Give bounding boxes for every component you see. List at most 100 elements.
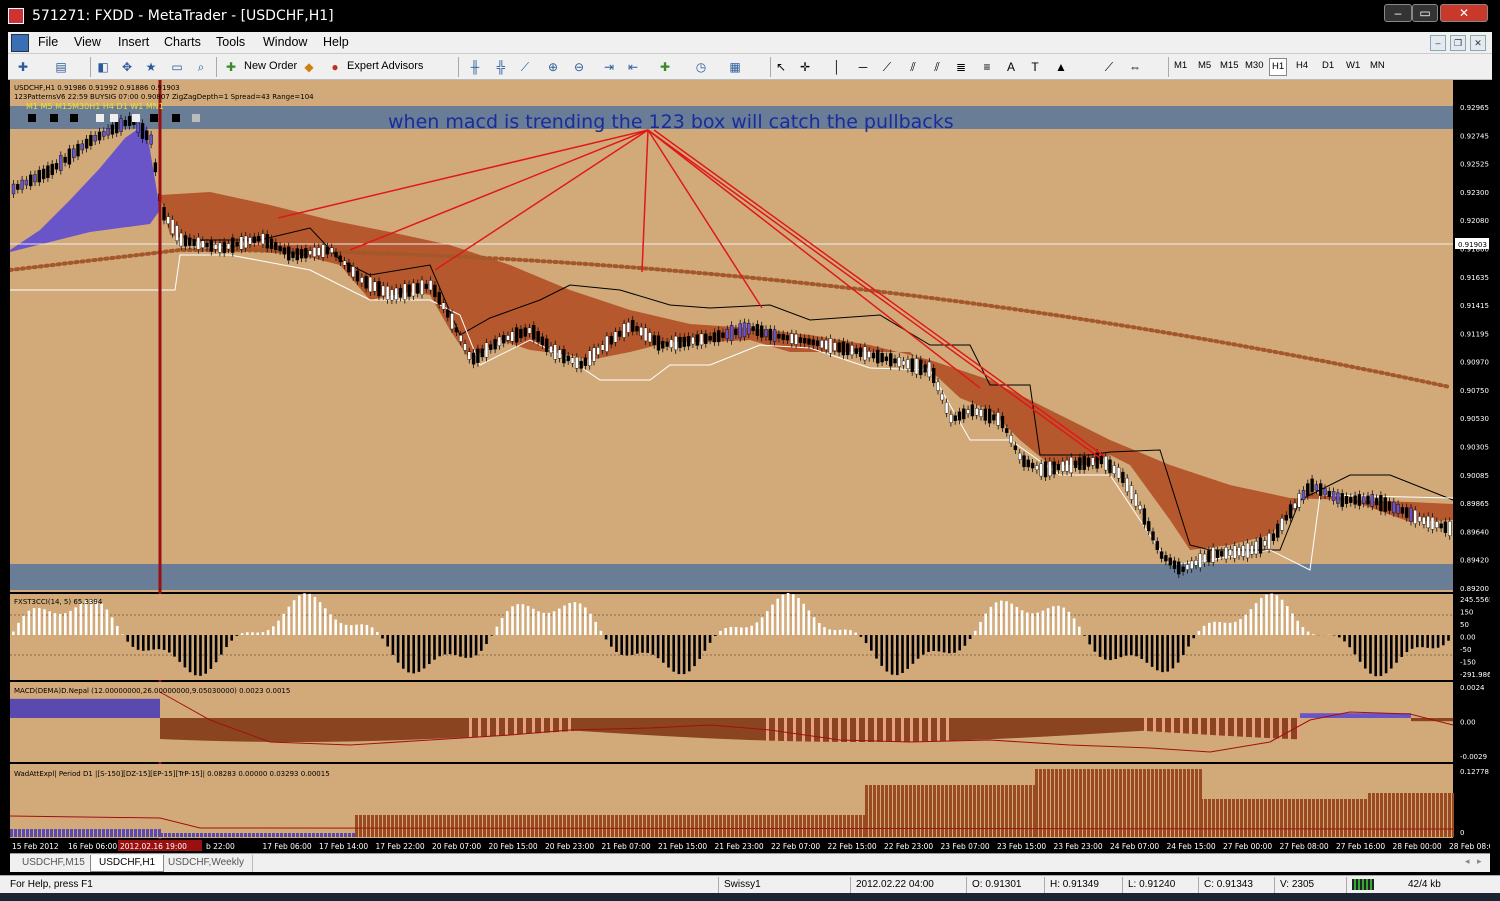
tf-h4[interactable]: H4 — [1296, 60, 1308, 71]
menu-window[interactable]: Window — [263, 35, 307, 49]
expert-advisors-icon[interactable]: ● — [326, 58, 344, 76]
chart-window[interactable]: when macd is trending the 123 box will c… — [8, 80, 1498, 853]
macd-bar — [1198, 718, 1201, 735]
macd-bar — [169, 718, 172, 740]
macd-bar — [454, 718, 457, 738]
cursor-icon[interactable]: ↖ — [772, 58, 790, 76]
new-chart-icon[interactable]: ✚ — [14, 58, 32, 76]
maximize-button[interactable]: ▭ — [1412, 4, 1438, 22]
navigator-icon[interactable]: ★ — [142, 58, 160, 76]
indicators-icon[interactable]: ✚ — [656, 58, 674, 76]
tester-icon[interactable]: ⌕ — [192, 58, 210, 76]
tf-m5[interactable]: M5 — [1198, 60, 1211, 71]
equidistant-channel-icon[interactable]: ⫽ — [904, 58, 922, 76]
zoom-out-icon[interactable]: ⊖ — [570, 58, 588, 76]
tab-usdchf-h1[interactable]: USDCHF,H1 — [90, 855, 165, 872]
new-order-button[interactable]: New Order — [244, 60, 297, 72]
profiles-icon[interactable]: ▤ — [52, 58, 70, 76]
menu-charts[interactable]: Charts — [164, 35, 201, 49]
wad-bar — [847, 815, 850, 837]
expert-advisors-button[interactable]: Expert Advisors — [347, 60, 423, 72]
wad-bar — [1127, 769, 1130, 837]
text-label-icon[interactable]: T — [1026, 58, 1044, 76]
cci-bar — [896, 635, 899, 676]
wad-bar — [575, 815, 578, 837]
metaeditor-icon[interactable]: ◆ — [300, 58, 318, 76]
wad-bar — [839, 815, 842, 837]
close-button[interactable]: ✕ — [1440, 4, 1488, 22]
menu-help[interactable]: Help — [323, 35, 349, 49]
vertical-line-icon[interactable]: │ — [828, 58, 846, 76]
tab-scroll-left-icon[interactable]: ◂ — [1465, 856, 1470, 867]
minimize-button[interactable]: ‒ — [1384, 4, 1412, 22]
line-chart-icon[interactable]: ⟋ — [516, 58, 534, 76]
macd-bar — [112, 698, 115, 718]
auto-scroll-icon[interactable]: ⇥ — [600, 58, 618, 76]
wad-bar — [188, 833, 191, 837]
std-channel-icon[interactable]: ⫽ — [928, 58, 946, 76]
templates-icon[interactable]: ▦ — [726, 58, 744, 76]
terminal-icon[interactable]: ▭ — [168, 58, 186, 76]
wad-bar — [216, 833, 219, 837]
bar-chart-icon[interactable]: ╫ — [466, 58, 484, 76]
macd-bar — [529, 718, 532, 734]
macd-bar — [1189, 718, 1192, 734]
candle-body — [1383, 497, 1387, 512]
new-order-icon[interactable]: ✚ — [222, 58, 240, 76]
candle-body — [1078, 457, 1082, 470]
data-window-icon[interactable]: ✥ — [118, 58, 136, 76]
tf-d1[interactable]: D1 — [1322, 60, 1334, 71]
tf-w1[interactable]: W1 — [1346, 60, 1360, 71]
macd-bar — [619, 718, 622, 734]
wad-bar — [126, 829, 129, 837]
candle-body — [1400, 507, 1405, 514]
menu-view[interactable]: View — [74, 35, 101, 49]
chart-window-icon[interactable] — [11, 34, 29, 52]
tf-mn[interactable]: MN — [1370, 60, 1385, 71]
candlestick-icon[interactable]: ╬ — [492, 58, 510, 76]
menu-file[interactable]: File — [38, 35, 58, 49]
arrows-icon[interactable]: ⇔ — [1126, 58, 1144, 76]
macd-bar — [307, 718, 310, 742]
cci-bar — [464, 635, 467, 658]
fibonacci-icon[interactable]: ≣ — [952, 58, 970, 76]
periods-icon[interactable]: ◷ — [692, 58, 710, 76]
gann-icon[interactable]: ⟋ — [1100, 58, 1118, 76]
mdi-restore-icon[interactable]: ❐ — [1450, 35, 1466, 51]
mdi-close-icon[interactable]: ✕ — [1470, 35, 1486, 51]
trendline-icon[interactable]: ⟋ — [878, 58, 896, 76]
macd-bar — [697, 718, 700, 738]
mdi-minimize-icon[interactable]: – — [1430, 35, 1446, 51]
macd-bar — [415, 718, 418, 740]
macd-bar — [1087, 718, 1090, 735]
market-watch-icon[interactable]: ◧ — [94, 58, 112, 76]
tf-m1[interactable]: M1 — [1174, 60, 1187, 71]
tf-m15[interactable]: M15 — [1220, 60, 1238, 71]
tab-usdchf-weekly[interactable]: USDCHF,Weekly — [160, 855, 253, 872]
macd-bar — [463, 718, 466, 738]
connection-status-icon[interactable] — [1352, 879, 1374, 890]
menu-insert[interactable]: Insert — [118, 35, 149, 49]
horizontal-line-icon[interactable]: ─ — [854, 58, 872, 76]
text-icon[interactable]: A — [1002, 58, 1020, 76]
tab-usdchf-m15[interactable]: USDCHF,M15 — [14, 855, 94, 872]
candle-body — [162, 207, 166, 221]
wad-bar — [1055, 769, 1058, 837]
crosshair-icon[interactable]: ✛ — [796, 58, 814, 76]
wad-bar — [1380, 793, 1383, 837]
price-chart-canvas[interactable]: when macd is trending the 123 box will c… — [8, 80, 1498, 853]
macd-bar — [1060, 718, 1063, 736]
wad-bar — [1103, 769, 1106, 837]
chart-shift-icon[interactable]: ⇤ — [624, 58, 642, 76]
shapes-icon[interactable]: ▲ — [1052, 58, 1070, 76]
tf-m30[interactable]: M30 — [1245, 60, 1263, 71]
macd-bar — [139, 698, 142, 718]
tab-scroll-right-icon[interactable]: ▸ — [1477, 856, 1482, 867]
zoom-in-icon[interactable]: ⊕ — [544, 58, 562, 76]
fibo-tools-icon[interactable]: ≡ — [978, 58, 996, 76]
candle-body — [725, 329, 729, 339]
menu-tools[interactable]: Tools — [216, 35, 245, 49]
tf-h1[interactable]: H1 — [1269, 58, 1288, 76]
macd-bar — [1084, 718, 1087, 735]
macd-bar — [571, 718, 574, 732]
